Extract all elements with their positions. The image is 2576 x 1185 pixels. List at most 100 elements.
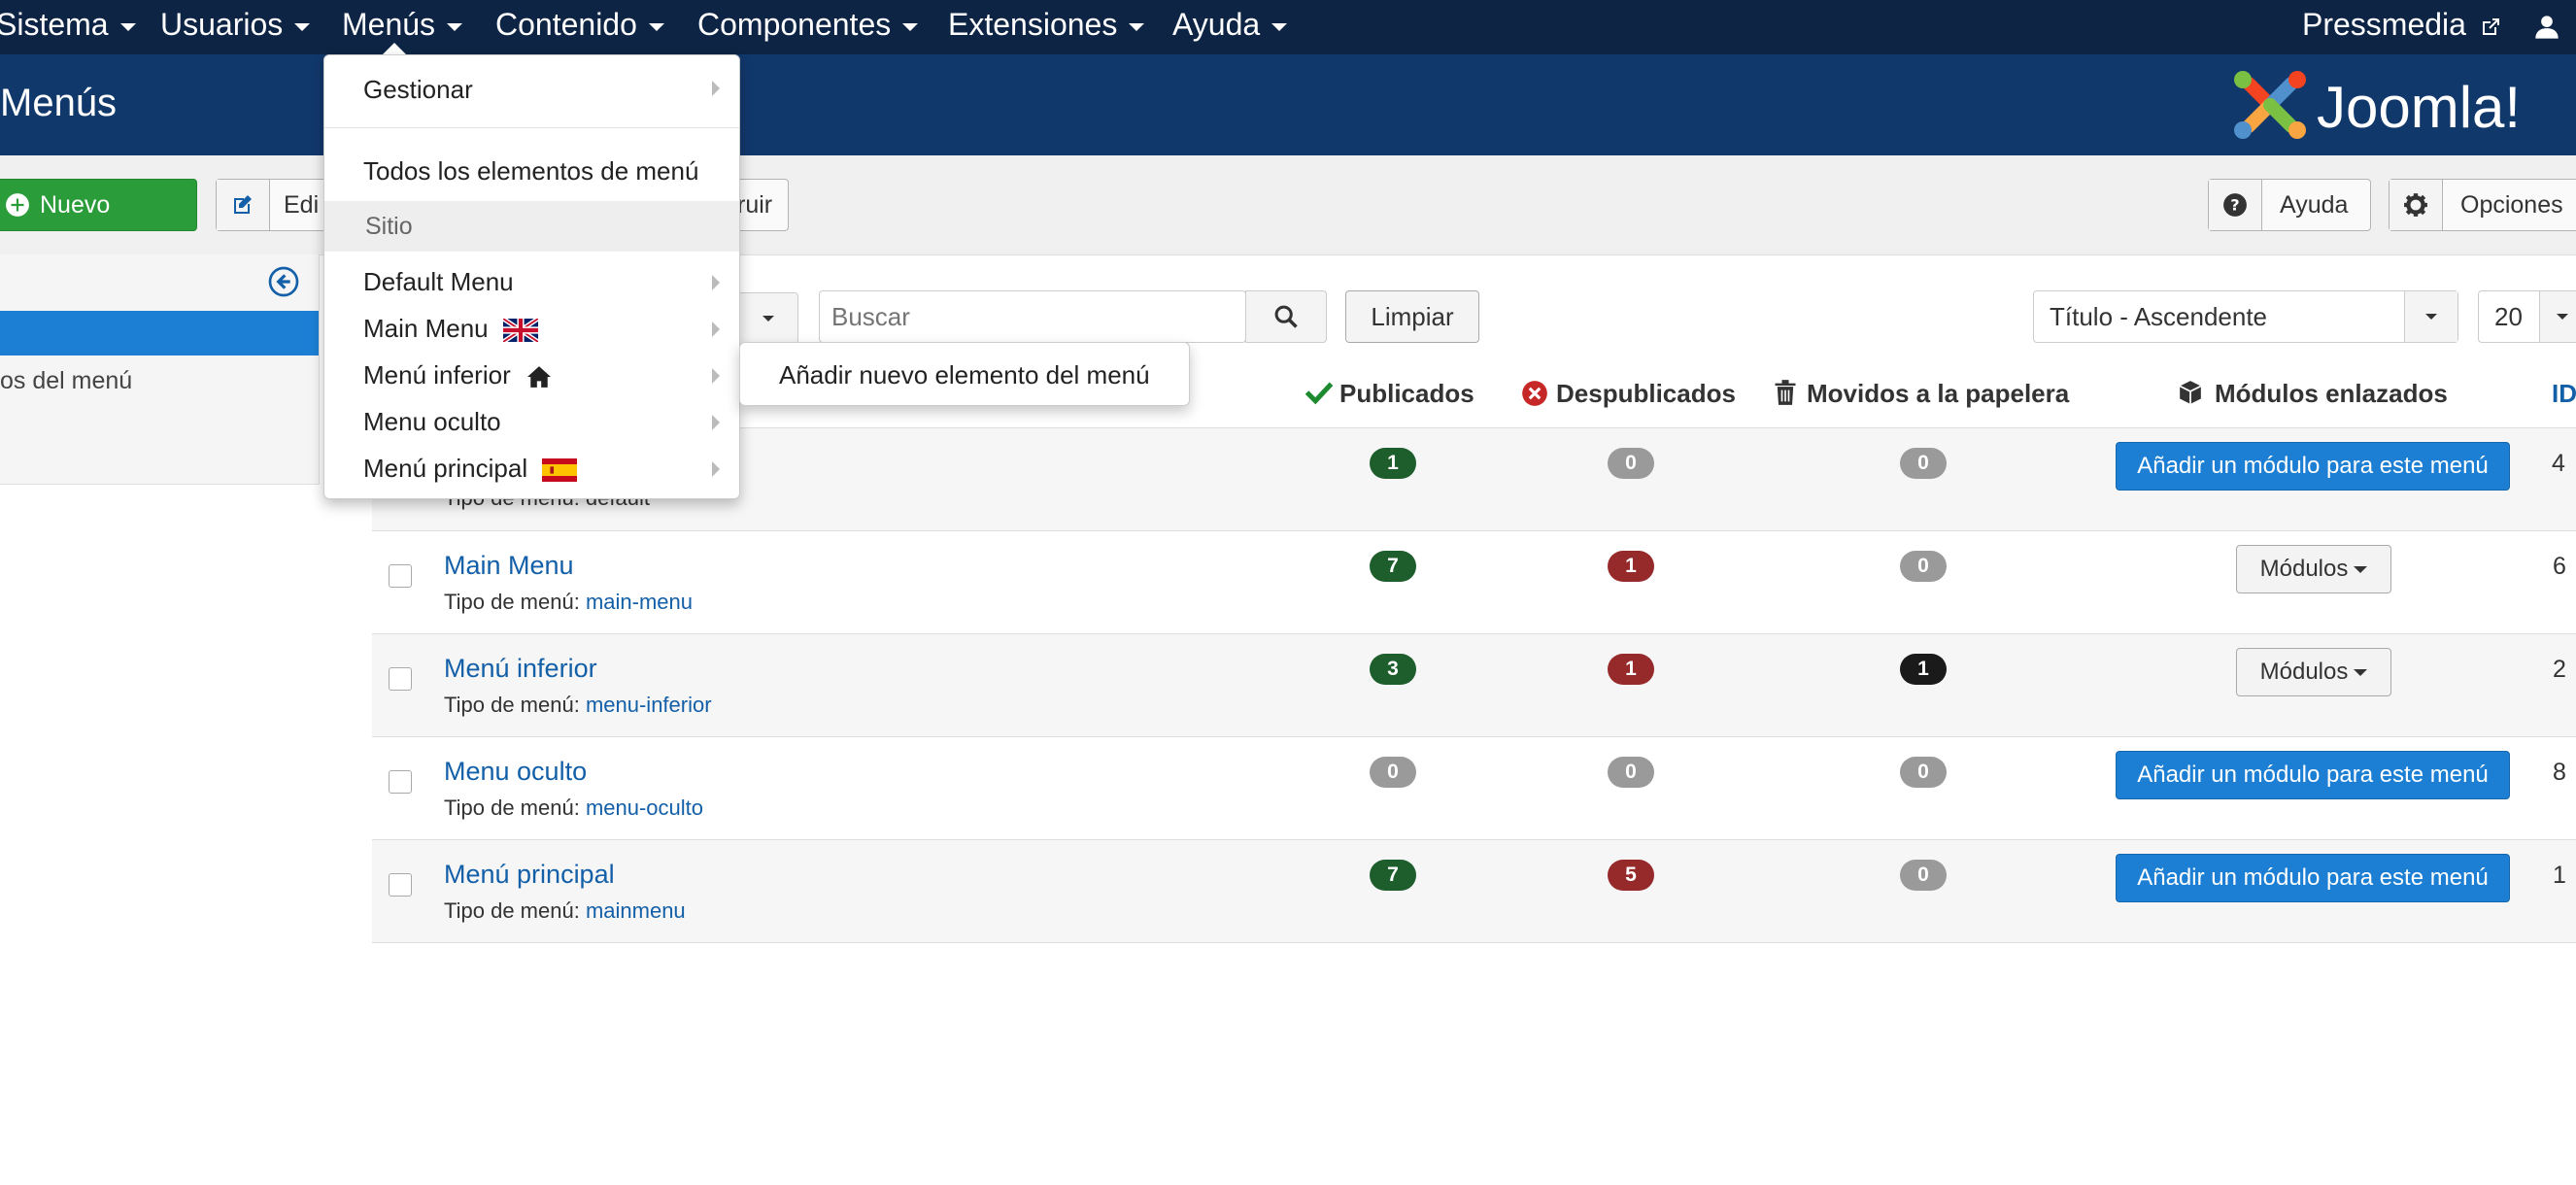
trash-icon [1775, 380, 1796, 405]
gear-icon [2390, 180, 2443, 230]
published-badge[interactable]: 1 [1370, 448, 1416, 479]
caret-down-icon [1271, 22, 1288, 31]
user-menu[interactable] [2533, 0, 2560, 54]
col-header-trashed-label: Movidos a la papelera [1807, 379, 2070, 408]
nav-extensiones[interactable]: Extensiones [948, 0, 1145, 54]
row-title-link[interactable]: Menu oculto [444, 757, 587, 787]
col-header-published[interactable]: Publicados [1305, 379, 1474, 409]
add-module-button[interactable]: Añadir un módulo para este menú [2116, 751, 2510, 799]
dropdown-item-main-menu[interactable]: Main Menu [363, 314, 538, 344]
dropdown-item-menu-oculto[interactable]: Menu oculto [363, 407, 501, 437]
options-button-label: Opciones [2460, 191, 2563, 219]
nav-label: Extensiones [948, 7, 1118, 42]
col-header-modules-label: Módulos enlazados [2215, 379, 2448, 408]
trashed-badge[interactable]: 1 [1900, 654, 1947, 685]
unpublished-badge[interactable]: 0 [1608, 757, 1654, 788]
modules-button-label: Módulos [2259, 659, 2349, 685]
search-icon [1274, 305, 1298, 328]
dropdown-item-label: Menú inferior [363, 360, 511, 389]
limit-select-value: 20 [2494, 302, 2523, 331]
help-button[interactable]: ? Ayuda [2208, 179, 2371, 231]
published-badge[interactable]: 7 [1370, 860, 1416, 891]
sidebar-item-active[interactable] [0, 311, 319, 356]
unpublished-badge[interactable]: 1 [1608, 654, 1654, 685]
dropdown-item-manage[interactable]: Gestionar [363, 75, 473, 105]
external-link-icon [2482, 17, 2499, 35]
row-title-link[interactable]: Menú principal [444, 860, 615, 890]
col-header-id[interactable]: ID [2552, 379, 2576, 409]
row-checkbox[interactable] [389, 770, 412, 794]
nav-componentes[interactable]: Componentes [697, 0, 919, 54]
spain-flag-icon [542, 458, 578, 483]
nav-sistema[interactable]: Sistema [0, 0, 136, 54]
row-checkbox[interactable] [389, 564, 412, 588]
dropdown-item-menu-principal[interactable]: Menú principal [363, 454, 578, 484]
published-badge[interactable]: 3 [1370, 654, 1416, 685]
trashed-badge[interactable]: 0 [1900, 860, 1947, 891]
add-module-button[interactable]: Añadir un módulo para este menú [2116, 442, 2510, 491]
modules-dropdown-button[interactable]: Módulos [2236, 545, 2391, 593]
row-title-link[interactable]: Main Menu [444, 551, 574, 581]
trashed-badge[interactable]: 0 [1900, 551, 1947, 582]
x-circle-icon [1522, 381, 1547, 406]
col-header-modules[interactable]: Módulos enlazados [2178, 379, 2448, 409]
caret-down-icon [119, 22, 136, 31]
nav-usuarios[interactable]: Usuarios [160, 0, 311, 54]
row-id: 1 [2553, 862, 2566, 889]
page-title: Menús [0, 82, 118, 124]
col-header-unpublished[interactable]: Despublicados [1521, 379, 1736, 409]
nav-menus[interactable]: Menús [342, 0, 463, 54]
caret-down-icon [447, 22, 463, 31]
uk-flag-icon [502, 319, 538, 343]
row-type-link[interactable]: main-menu [586, 590, 693, 614]
row-type-link[interactable]: menu-oculto [586, 796, 703, 820]
col-header-trashed[interactable]: Movidos a la papelera [1774, 379, 2069, 409]
collapse-sidebar-icon[interactable] [268, 266, 299, 297]
row-type: Tipo de menú: mainmenu [444, 898, 686, 924]
search-input[interactable] [819, 290, 1246, 343]
chevron-right-icon [712, 461, 720, 477]
dropdown-item-menu-inferior[interactable]: Menú inferior [363, 360, 553, 390]
submenu-item-add-new[interactable]: Añadir nuevo elemento del menú [779, 360, 1150, 390]
row-checkbox[interactable] [389, 873, 412, 897]
sidebar-item-menu-items[interactable]: os del menú [0, 367, 132, 395]
row-type: Tipo de menú: menu-inferior [444, 693, 712, 718]
row-type-link[interactable]: mainmenu [586, 898, 686, 923]
dropdown-item-default-menu[interactable]: Default Menu [363, 267, 514, 297]
trashed-badge[interactable]: 0 [1900, 448, 1947, 479]
row-type: Tipo de menú: main-menu [444, 590, 693, 615]
col-header-published-label: Publicados [1339, 379, 1474, 408]
table-row: Menú principal Tipo de menú: mainmenu 7 … [372, 839, 2576, 943]
row-checkbox[interactable] [389, 667, 412, 691]
new-button[interactable]: Nuevo [0, 179, 197, 231]
edit-button-label: Edi [284, 191, 320, 219]
nav-label: Sistema [0, 7, 109, 42]
edit-button[interactable]: Edi [216, 179, 332, 231]
unpublished-badge[interactable]: 5 [1608, 860, 1654, 891]
options-button[interactable]: Opciones [2389, 179, 2576, 231]
site-label: Pressmedia [2302, 7, 2466, 42]
dropdown-item-all-items[interactable]: Todos los elementos de menú [363, 156, 698, 186]
caret-down-icon [648, 22, 664, 31]
modules-dropdown-button[interactable]: Módulos [2236, 648, 2391, 696]
unpublished-badge[interactable]: 1 [1608, 551, 1654, 582]
row-title-link[interactable]: Menú inferior [444, 654, 597, 684]
nav-ayuda[interactable]: Ayuda [1172, 0, 1288, 54]
row-id: 2 [2553, 656, 2566, 683]
clear-button[interactable]: Limpiar [1345, 290, 1479, 343]
cube-icon [2179, 381, 2202, 404]
sort-select[interactable]: Título - Ascendente [2033, 290, 2458, 343]
published-badge[interactable]: 7 [1370, 551, 1416, 582]
table-row: Main Menu Tipo de menú: main-menu 7 1 0 … [372, 530, 2576, 633]
published-badge[interactable]: 0 [1370, 757, 1416, 788]
row-type-link[interactable]: menu-inferior [586, 693, 712, 717]
unpublished-badge[interactable]: 0 [1608, 448, 1654, 479]
nav-label: Contenido [495, 7, 637, 42]
trashed-badge[interactable]: 0 [1900, 757, 1947, 788]
menu-inferior-submenu: Añadir nuevo elemento del menú [739, 342, 1190, 406]
nav-contenido[interactable]: Contenido [495, 0, 664, 54]
site-link[interactable]: Pressmedia [2302, 0, 2502, 54]
limit-select[interactable]: 20 [2478, 290, 2576, 343]
add-module-button[interactable]: Añadir un módulo para este menú [2116, 854, 2510, 902]
search-button[interactable] [1245, 290, 1327, 343]
